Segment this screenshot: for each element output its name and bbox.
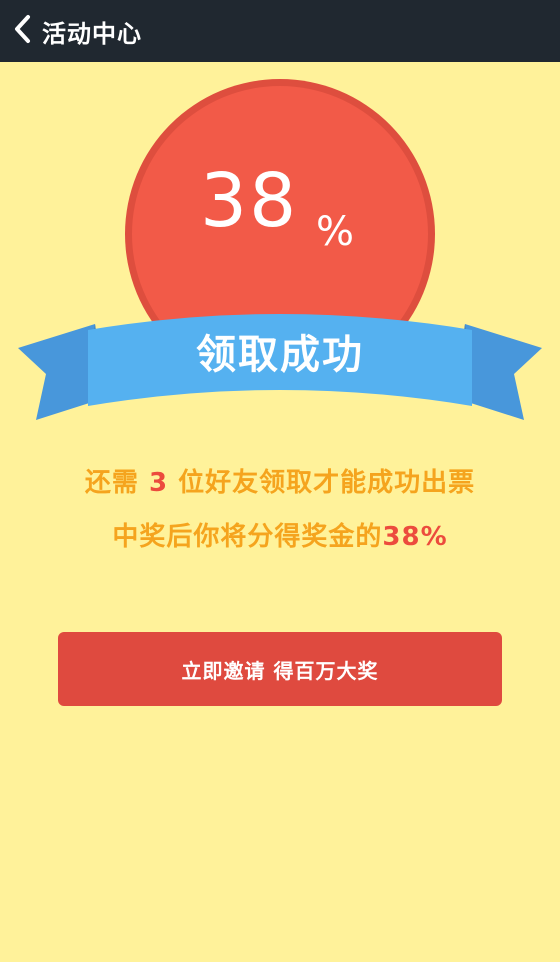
invite-button-label: 立即邀请 得百万大奖	[181, 658, 379, 683]
percent-number: 38	[200, 158, 299, 244]
app-header: 活动中心	[0, 0, 560, 62]
message-line-1-suffix: 位好友领取才能成功出票	[168, 468, 476, 498]
chevron-left-icon	[12, 14, 32, 48]
share-percent: 38%	[382, 522, 448, 552]
friend-count: 3	[148, 468, 169, 498]
message-line-1: 还需 3 位好友领取才能成功出票	[0, 462, 560, 499]
message-line-2-prefix: 中奖后你将分得奖金的	[112, 522, 383, 552]
invite-button[interactable]: 立即邀请 得百万大奖	[58, 632, 502, 706]
message-line-1-prefix: 还需	[84, 468, 149, 498]
message-line-2: 中奖后你将分得奖金的38%	[0, 516, 560, 553]
percent-sign: %	[316, 209, 355, 255]
success-badge: 38 % 领取成功	[0, 62, 560, 422]
page-title: 活动中心	[42, 19, 142, 48]
back-button[interactable]	[0, 0, 44, 62]
ribbon-text: 领取成功	[196, 332, 364, 378]
